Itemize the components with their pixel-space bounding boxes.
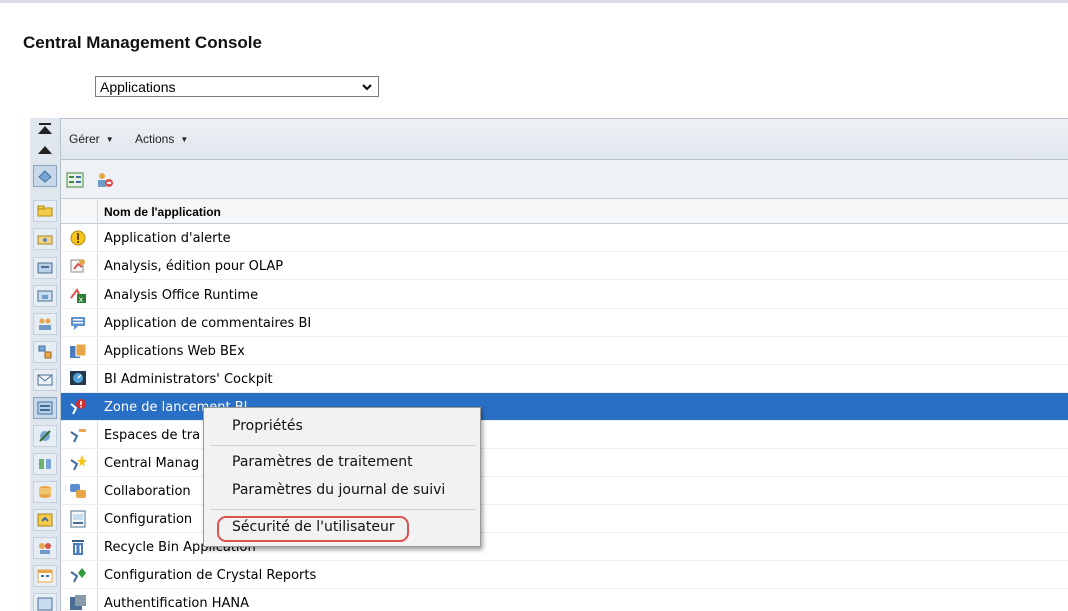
crystal-reports-icon	[70, 568, 86, 583]
menu-item-properties[interactable]: Propriétés	[232, 418, 303, 434]
table-row[interactable]: Configuration de Crystal Reports	[61, 561, 1068, 589]
launchpad-icon	[70, 399, 86, 415]
application-category-select[interactable]: Applications	[95, 76, 379, 97]
column-header-application-name[interactable]: Nom de l'application	[104, 205, 221, 219]
nav-sharing-icon[interactable]	[33, 425, 57, 447]
nav-applications-icon[interactable]	[33, 397, 57, 419]
user-security-icon[interactable]	[96, 172, 114, 188]
nav-folders-home-icon[interactable]	[33, 165, 57, 187]
row-label: Application d'alerte	[104, 231, 231, 246]
row-label: Applications Web BEx	[104, 344, 245, 359]
menu-item-audit-log-settings[interactable]: Paramètres du journal de suivi	[232, 482, 445, 498]
table-row[interactable]: Analysis, édition pour OLAP	[61, 252, 1068, 280]
table-row[interactable]: Application d'alerte	[61, 224, 1068, 252]
nav-categories-icon[interactable]	[33, 257, 57, 279]
menu-separator	[210, 509, 476, 510]
row-label: Application de commentaires BI	[104, 316, 312, 331]
row-label: Analysis Office Runtime	[104, 288, 259, 303]
nav-connections-icon[interactable]	[33, 453, 57, 475]
dropdown-triangle-icon: ▼	[180, 134, 189, 144]
analysis-olap-icon	[70, 259, 85, 273]
row-label: Espaces de tra	[104, 428, 201, 443]
actions-menu[interactable]: Actions ▼	[135, 132, 188, 146]
dropdown-triangle-icon: ▼	[105, 134, 114, 144]
nav-cryptographic-keys-icon[interactable]	[33, 593, 57, 611]
collapse-top-icon[interactable]	[32, 120, 58, 160]
alert-icon	[70, 230, 86, 246]
nav-calendars-icon[interactable]	[33, 565, 57, 587]
row-label: Central Manag	[104, 456, 200, 471]
table-row[interactable]: BI Administrators' Cockpit	[61, 365, 1068, 393]
hana-auth-icon	[70, 595, 86, 610]
nav-personal-folders-icon[interactable]	[33, 228, 57, 250]
highlight-ring	[217, 516, 409, 542]
row-label: Authentification HANA	[104, 596, 250, 611]
nav-users-groups-icon[interactable]	[33, 313, 57, 335]
context-menu: Propriétés Paramètres de traitement Para…	[203, 407, 481, 547]
collaboration-icon	[70, 484, 86, 498]
actions-menu-label: Actions	[135, 132, 175, 146]
manage-menu[interactable]: Gérer ▼	[69, 132, 114, 146]
comment-icon	[71, 317, 85, 330]
menu-bar: Gérer ▼ Actions ▼	[61, 118, 1068, 160]
workspace-icon	[70, 429, 86, 443]
configuration-icon	[70, 510, 86, 528]
row-label: BI Administrators' Cockpit	[104, 372, 273, 387]
chevron-down-icon	[362, 84, 372, 91]
bex-web-icon	[70, 343, 87, 358]
nav-messages-icon[interactable]	[33, 369, 57, 391]
table-row[interactable]: x Analysis Office Runtime	[61, 281, 1068, 309]
table-header: Nom de l'application	[61, 199, 1068, 224]
row-label: Configuration de Crystal Reports	[104, 568, 317, 583]
select-value: Applications	[100, 78, 176, 95]
cockpit-icon	[70, 371, 86, 385]
top-divider	[0, 0, 1068, 3]
page-title: Central Management Console	[23, 33, 262, 52]
nav-repository-icon[interactable]	[33, 481, 57, 503]
row-label: Collaboration	[104, 484, 191, 499]
menu-separator	[210, 445, 476, 446]
properties-icon[interactable]	[66, 172, 84, 188]
nav-events-icon[interactable]	[33, 509, 57, 531]
table-row[interactable]: Application de commentaires BI	[61, 309, 1068, 337]
nav-inbox-icon[interactable]	[33, 285, 57, 307]
nav-folder-icon[interactable]	[33, 200, 57, 222]
cmc-icon	[70, 455, 87, 471]
icon-toolbar	[61, 160, 1068, 199]
nav-access-levels-icon[interactable]	[33, 537, 57, 559]
row-label: Configuration	[104, 512, 193, 527]
manage-menu-label: Gérer	[69, 132, 100, 146]
analysis-office-icon: x	[70, 288, 86, 304]
menu-item-processing-settings[interactable]: Paramètres de traitement	[232, 454, 413, 470]
table-row[interactable]: Applications Web BEx	[61, 337, 1068, 365]
table-row[interactable]: Authentification HANA	[61, 589, 1068, 611]
nav-servers-icon[interactable]	[33, 341, 57, 363]
svg-text:x: x	[79, 295, 84, 304]
recycle-bin-icon	[72, 540, 84, 555]
row-label: Analysis, édition pour OLAP	[104, 259, 284, 274]
